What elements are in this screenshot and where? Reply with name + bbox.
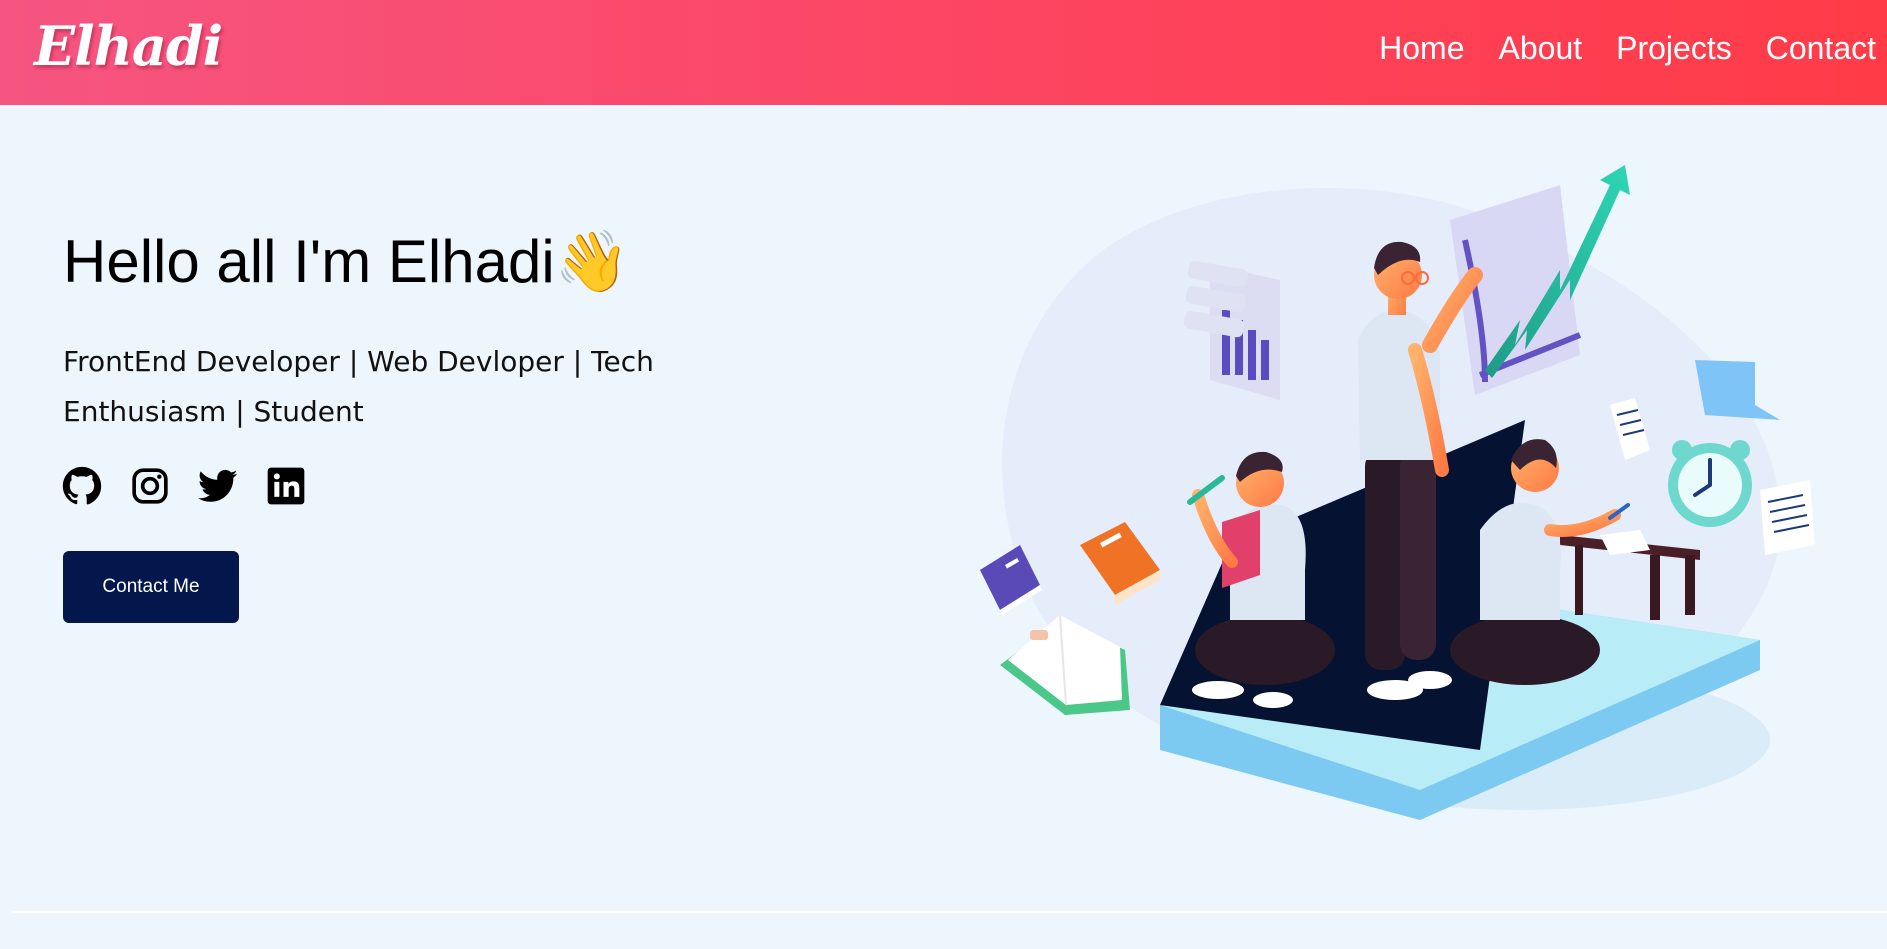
twitter-icon[interactable] bbox=[198, 466, 238, 506]
contact-me-button[interactable]: Contact Me bbox=[63, 551, 239, 623]
github-icon[interactable] bbox=[62, 466, 102, 506]
hero-title: Hello all I'm Elhadi👋 bbox=[63, 226, 629, 297]
navbar: Elhadi Home About Projects Contact bbox=[0, 0, 1887, 105]
logo[interactable]: Elhadi bbox=[34, 14, 223, 78]
instagram-icon[interactable] bbox=[130, 466, 170, 506]
nav-contact-link[interactable]: Contact bbox=[1766, 30, 1876, 67]
nav-projects-link[interactable]: Projects bbox=[1616, 30, 1732, 67]
hero-title-text: Hello all I'm Elhadi bbox=[63, 228, 555, 295]
linkedin-icon[interactable] bbox=[266, 466, 306, 506]
nav-about-link[interactable]: About bbox=[1499, 30, 1583, 67]
paper-document bbox=[1760, 480, 1815, 555]
hero-subtitle: FrontEnd Developer | Web Devloper | Tech… bbox=[63, 345, 654, 428]
nav-links: Home About Projects Contact bbox=[1379, 30, 1876, 67]
social-links bbox=[62, 466, 306, 506]
waving-hand-icon: 👋 bbox=[554, 228, 630, 295]
section-divider bbox=[12, 911, 1887, 913]
alarm-clock bbox=[1668, 440, 1752, 527]
hero-illustration bbox=[980, 165, 1815, 820]
blue-sticky-note bbox=[1695, 360, 1780, 420]
nav-home-link[interactable]: Home bbox=[1379, 30, 1464, 67]
